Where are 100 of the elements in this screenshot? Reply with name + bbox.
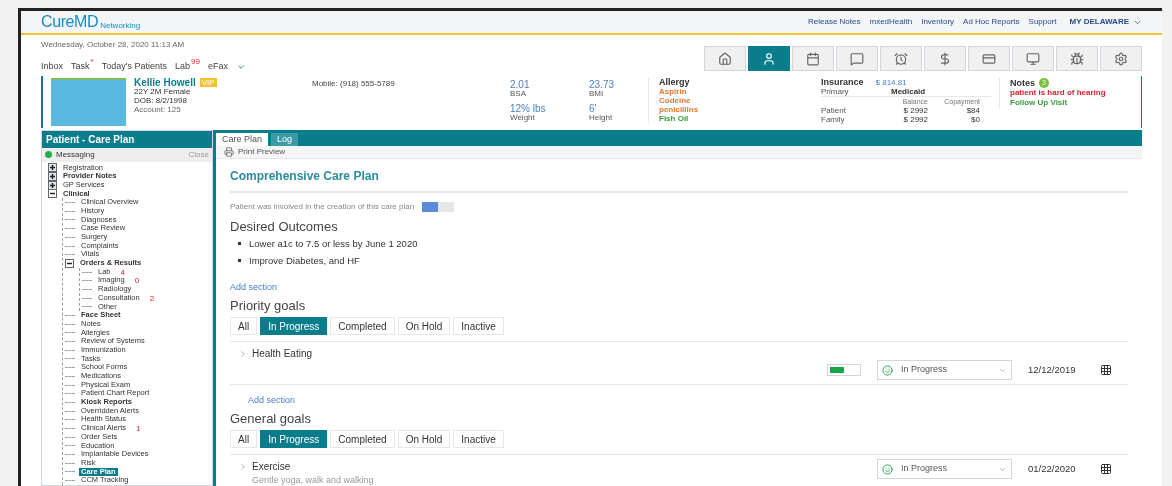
filter-tab[interactable]: Completed <box>330 317 395 335</box>
toggle-switch[interactable] <box>422 201 455 212</box>
toolbar-button[interactable] <box>748 46 790 71</box>
smile-icon <box>882 463 893 475</box>
vital-value: 6' <box>589 103 598 113</box>
outcome-item: Improve Diabetes, and HF <box>249 253 360 268</box>
expand-icon[interactable] <box>48 172 57 182</box>
user-menu[interactable]: MY DELAWARE <box>1069 16 1142 28</box>
goal-name: Exercise <box>252 460 291 474</box>
bug-icon <box>1070 51 1084 66</box>
collapse-icon[interactable] <box>48 189 57 199</box>
header-link[interactable]: Support <box>1028 16 1057 28</box>
grid-menu-icon[interactable] <box>1100 463 1112 475</box>
outcome-item: Lower a1c to 7.5 or less by June 1 2020 <box>249 236 418 251</box>
allergy-heading: Allergy <box>659 77 691 87</box>
header-link[interactable]: Inventory <box>921 16 955 28</box>
user-icon <box>762 51 776 66</box>
patient-info: 22Y 2M Female <box>134 86 192 96</box>
filter-tab[interactable]: All <box>230 430 258 448</box>
patient-info: DOB: 8/2/1998 <box>134 95 188 105</box>
settings-icon <box>1114 51 1128 66</box>
add-section-link[interactable]: Add section <box>248 395 296 406</box>
header-link[interactable]: Ad Hoc Reports <box>963 16 1020 28</box>
table-cell-text: $0 <box>970 114 980 124</box>
bullet-icon <box>238 259 241 263</box>
filter-tab[interactable]: Inactive <box>453 430 504 448</box>
print-preview-link[interactable]: Print Preview <box>238 145 286 158</box>
count-label: 4 <box>120 267 125 277</box>
table-cell-text: $ 2992 <box>902 114 928 124</box>
involvement-label: Patient was involved in the creation of this care plan <box>230 200 415 213</box>
filter-tab[interactable]: Completed <box>330 430 395 448</box>
header-link[interactable]: mxedHealth <box>869 16 913 28</box>
patient-info: Account: 125 <box>134 104 182 114</box>
table-cell-text: Patient <box>821 105 847 115</box>
goal-date: 12/12/2019 <box>1028 362 1077 377</box>
vital-value: 2.01 <box>510 79 531 89</box>
note-item: patient is hard of hearing <box>1010 87 1106 98</box>
nav-link[interactable]: eFax <box>207 60 228 74</box>
expand-icon[interactable] <box>48 163 57 173</box>
notes-heading: Notes <box>1010 77 1035 88</box>
logo: CureMD <box>41 14 99 30</box>
print-icon <box>224 146 234 157</box>
count-label: 99 <box>190 58 200 66</box>
nav-link[interactable]: Lab <box>174 60 190 74</box>
date-time: Wednesday, October 28, 2020 11:13 AM <box>41 39 186 51</box>
bullet-icon <box>238 242 241 246</box>
allergy-item: penicillins <box>659 104 699 114</box>
collapse-icon[interactable] <box>65 258 74 268</box>
sidebar-header: Patient - Care Plan <box>42 130 212 148</box>
card-icon <box>982 51 996 66</box>
vital-value: 12% lbs <box>510 103 547 113</box>
vital-label: BSA <box>510 88 527 98</box>
logo-subtitle: Networking <box>100 21 141 30</box>
insurance-amount: $ 814.81 <box>875 77 907 87</box>
status-select[interactable]: In Progress <box>877 360 1012 380</box>
page-title: Comprehensive Care Plan <box>230 166 1128 193</box>
filter-tab[interactable]: On Hold <box>397 317 451 335</box>
goal-date: 01/22/2020 <box>1028 461 1077 476</box>
insurance-label: Primary <box>821 86 850 96</box>
monitor-icon <box>1026 51 1040 66</box>
filter-tab[interactable]: All <box>230 317 258 335</box>
nav-link[interactable]: Today's Patients <box>101 60 167 74</box>
section-heading: Priority goals <box>230 298 306 313</box>
tab[interactable]: Care Plan <box>216 132 269 146</box>
vital-label: Height <box>589 112 614 122</box>
vital-label: BMI <box>589 88 605 98</box>
goal-name: Health Eating <box>252 347 313 361</box>
count-label: 0 <box>134 276 140 286</box>
home-icon <box>718 51 732 66</box>
patient-phone: Mobile: (918) 555-5789 <box>312 77 396 90</box>
header-link[interactable]: Release Notes <box>808 16 861 28</box>
insurance-heading: Insurance <box>821 77 864 87</box>
nav-link[interactable]: Task <box>71 60 90 74</box>
count-label: 2 <box>149 293 155 303</box>
filter-tab[interactable]: On Hold <box>397 430 451 448</box>
grid-menu-icon[interactable] <box>1100 364 1112 376</box>
allergy-item: Codeine <box>659 95 691 105</box>
table-cell-text: $ 2992 <box>902 105 928 115</box>
vital-value: 23.73 <box>589 79 616 89</box>
patient-name[interactable]: Kellie Howell <box>134 77 196 87</box>
note-item: Follow Up Visit <box>1010 97 1068 108</box>
add-section-link[interactable]: Add section <box>230 282 278 293</box>
allergy-item: Aspirin <box>659 86 687 96</box>
goal-description: Gentle yoga, walk and walking <box>252 474 375 486</box>
table-cell-text: $84 <box>966 105 980 115</box>
nav-link[interactable]: Inbox <box>41 60 64 74</box>
filter-tab[interactable]: In Progress <box>260 430 328 448</box>
patient-tag: VIP <box>199 77 217 87</box>
filter-tab[interactable]: In Progress <box>260 317 328 335</box>
filter-tab[interactable]: Inactive <box>453 317 504 335</box>
allergy-item: Fish Oil <box>659 113 689 123</box>
count-label: 1 <box>136 423 141 433</box>
section-heading: General goals <box>230 411 311 426</box>
count-label: * <box>90 58 94 66</box>
status-select[interactable]: In Progress <box>877 459 1012 479</box>
vital-label: Weight <box>510 112 536 122</box>
chat-icon <box>850 51 864 66</box>
table-cell-text: Family <box>821 114 846 124</box>
dollar-icon <box>938 51 952 66</box>
insurance-value: Medicaid <box>891 86 926 96</box>
